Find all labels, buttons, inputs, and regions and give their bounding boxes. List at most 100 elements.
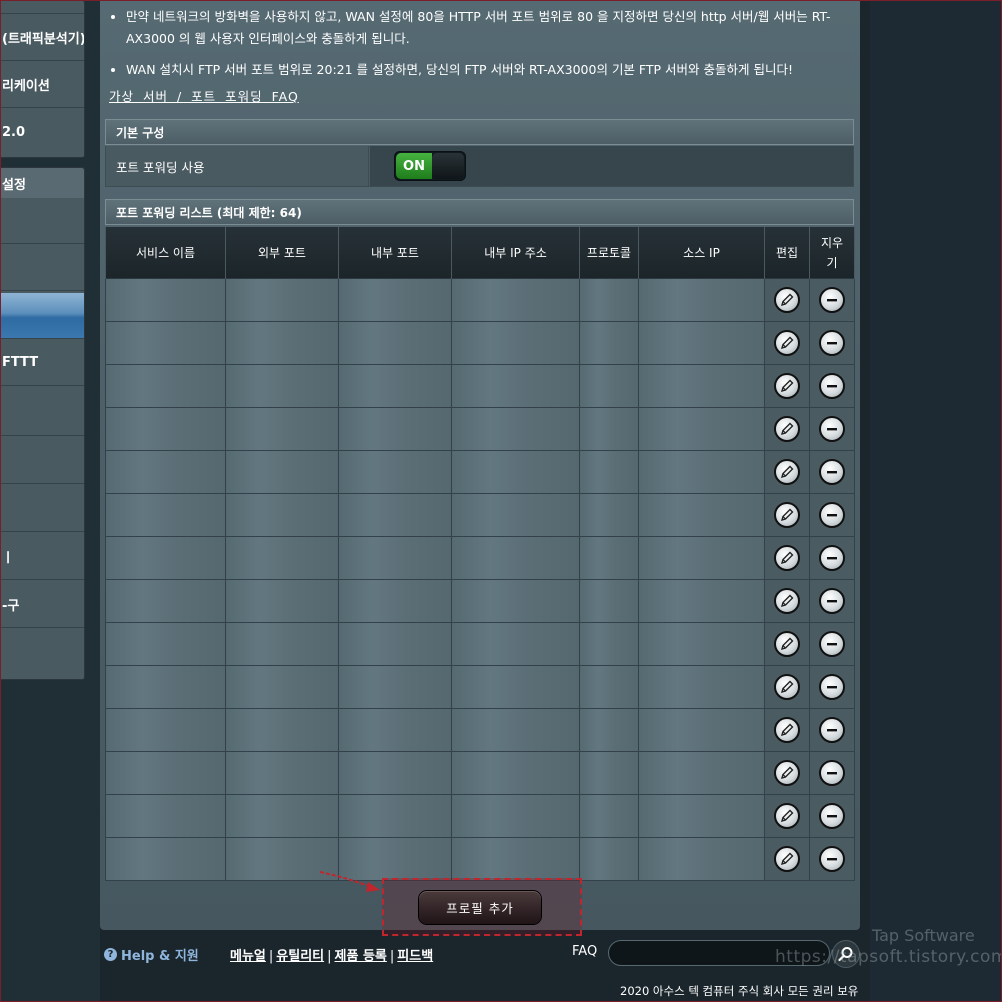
- delete-cell: [809, 751, 855, 795]
- table-cell-redacted: [579, 579, 639, 623]
- edit-icon[interactable]: [774, 588, 800, 614]
- edit-icon[interactable]: [774, 631, 800, 657]
- edit-icon[interactable]: [774, 459, 800, 485]
- table-cell-redacted: [451, 751, 580, 795]
- watermark-title: Tap Software: [872, 926, 975, 945]
- sidebar-item-4[interactable]: [0, 390, 84, 436]
- add-profile-button[interactable]: 프로필 추가: [419, 891, 541, 924]
- table-cell-redacted: [638, 622, 765, 666]
- footer-link-feedback[interactable]: 피드백: [397, 949, 433, 964]
- table-cell-redacted: [638, 364, 765, 408]
- sidebar-item-7[interactable]: ㅣ: [0, 534, 84, 580]
- table-cell-redacted: [638, 450, 765, 494]
- delete-icon[interactable]: [819, 416, 845, 442]
- note-http-conflict: 만약 네트워크의 방화벽을 사용하지 않고, WAN 설정에 80을 HTTP …: [126, 6, 853, 50]
- enable-port-forwarding-label: 포트 포워딩 사용: [106, 146, 369, 186]
- help-support-label: Help & 지원: [121, 949, 199, 964]
- delete-icon[interactable]: [819, 631, 845, 657]
- table-row: [105, 364, 855, 408]
- edit-cell: [764, 751, 810, 795]
- notes: 만약 네트워크의 방화벽을 사용하지 않고, WAN 설정에 80을 HTTP …: [108, 6, 853, 90]
- delete-icon[interactable]: [819, 459, 845, 485]
- table-cell-redacted: [638, 708, 765, 752]
- edit-icon[interactable]: [774, 545, 800, 571]
- footer-link-manual[interactable]: 메뉴얼: [230, 949, 266, 964]
- sidebar-item-fttt[interactable]: FTTT: [0, 340, 84, 386]
- table-cell-redacted: [451, 407, 580, 451]
- right-background: [870, 0, 1002, 1002]
- enable-port-forwarding-value: ON: [370, 146, 853, 186]
- table-cell-redacted: [338, 278, 452, 322]
- edit-cell: [764, 794, 810, 838]
- table-row: [105, 536, 855, 580]
- delete-cell: [809, 536, 855, 580]
- table-cell-redacted: [225, 579, 339, 623]
- footer-link-utility[interactable]: 유틸리티: [276, 949, 324, 964]
- delete-icon[interactable]: [819, 674, 845, 700]
- sidebar-item-8[interactable]: -구: [0, 582, 84, 628]
- table-cell-redacted: [579, 751, 639, 795]
- port-forwarding-list-header: 포트 포워딩 리스트 (최대 제한: 64): [105, 199, 854, 225]
- edit-icon[interactable]: [774, 416, 800, 442]
- edit-icon[interactable]: [774, 373, 800, 399]
- sidebar-item-1[interactable]: [0, 198, 84, 244]
- table-cell-redacted: [451, 622, 580, 666]
- sidebar-item-6[interactable]: [0, 486, 84, 532]
- copyright: 2020 아수스 텍 컴퓨터 주식 회사 모든 권리 보유: [620, 984, 859, 998]
- edit-icon[interactable]: [774, 803, 800, 829]
- sidebar-item-5[interactable]: [0, 438, 84, 484]
- table-cell-redacted: [638, 751, 765, 795]
- table-cell-redacted: [579, 708, 639, 752]
- table-cell-redacted: [579, 622, 639, 666]
- table-cell-redacted: [638, 536, 765, 580]
- delete-cell: [809, 837, 855, 881]
- table-cell-redacted: [225, 536, 339, 580]
- delete-icon[interactable]: [819, 330, 845, 356]
- delete-icon[interactable]: [819, 760, 845, 786]
- sidebar-item-applications[interactable]: 리케이션: [0, 61, 84, 108]
- sidebar-group-advanced: 설정 FTTT ㅣ -구: [0, 167, 85, 680]
- table-cell-redacted: [338, 321, 452, 365]
- table-cell-redacted: [638, 794, 765, 838]
- delete-icon[interactable]: [819, 846, 845, 872]
- help-support-link[interactable]: ? Help & 지원: [104, 945, 199, 964]
- edit-icon[interactable]: [774, 502, 800, 528]
- sidebar-item-2[interactable]: [0, 245, 84, 291]
- faq-link[interactable]: 가상 서버 / 포트 포워딩 FAQ: [109, 86, 299, 105]
- table-cell-redacted: [638, 278, 765, 322]
- delete-icon[interactable]: [819, 717, 845, 743]
- port-forwarding-toggle[interactable]: ON: [394, 151, 466, 181]
- footer-links: 메뉴얼 | 유틸리티 | 제품 등록 | 피드백: [230, 949, 434, 964]
- edit-icon[interactable]: [774, 760, 800, 786]
- delete-icon[interactable]: [819, 588, 845, 614]
- table-cell-redacted: [225, 493, 339, 537]
- sidebar-item-version[interactable]: 2.0: [0, 108, 84, 156]
- table-cell-redacted: [451, 450, 580, 494]
- table-cell-redacted: [338, 579, 452, 623]
- edit-icon[interactable]: [774, 717, 800, 743]
- delete-cell: [809, 622, 855, 666]
- table-cell-redacted: [105, 708, 226, 752]
- delete-icon[interactable]: [819, 502, 845, 528]
- delete-icon[interactable]: [819, 287, 845, 313]
- table-cell-redacted: [338, 450, 452, 494]
- table-cell-redacted: [579, 364, 639, 408]
- table-cell-redacted: [451, 665, 580, 709]
- delete-icon[interactable]: [819, 373, 845, 399]
- table-cell-redacted: [105, 364, 226, 408]
- edit-cell: [764, 622, 810, 666]
- delete-icon[interactable]: [819, 803, 845, 829]
- table-cell-redacted: [105, 321, 226, 365]
- edit-icon[interactable]: [774, 846, 800, 872]
- edit-icon[interactable]: [774, 287, 800, 313]
- table-cell-redacted: [105, 407, 226, 451]
- edit-icon[interactable]: [774, 330, 800, 356]
- col-internal-port: 내부 포트: [338, 227, 452, 279]
- delete-cell: [809, 493, 855, 537]
- sidebar-item-active[interactable]: [0, 293, 84, 339]
- footer-link-register[interactable]: 제품 등록: [335, 949, 387, 964]
- edit-icon[interactable]: [774, 674, 800, 700]
- table-cell-redacted: [579, 493, 639, 537]
- sidebar-item-traffic-analyzer[interactable]: (트래픽분석기): [0, 13, 84, 61]
- delete-icon[interactable]: [819, 545, 845, 571]
